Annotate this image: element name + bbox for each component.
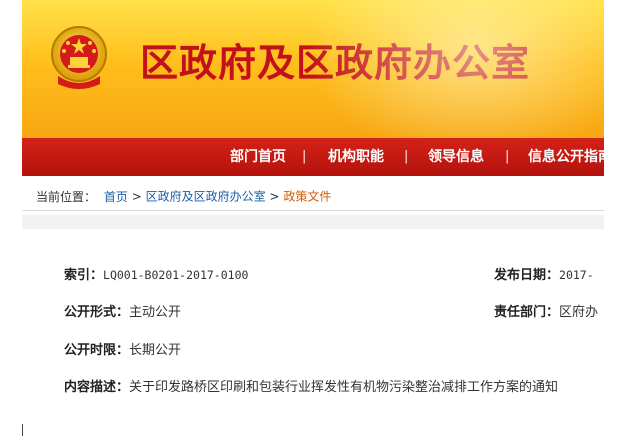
meta-publish-date-value: 2017- [559, 268, 594, 282]
national-emblem-icon [51, 26, 107, 89]
document-meta: 索引：LQ001-B0201-2017-0100 发布日期：2017- 公开形式… [22, 250, 604, 410]
site-title: 区政府及区政府办公室 [140, 40, 531, 85]
breadcrumb-department[interactable]: 区政府及区政府办公室 [146, 190, 266, 204]
nav-item-leaders[interactable]: 领导信息 [428, 138, 484, 176]
meta-open-form-label: 公开形式： [64, 305, 130, 320]
meta-open-period-value: 长期公开 [129, 343, 182, 358]
meta-department-value: 区府办 [559, 305, 599, 320]
divider [22, 215, 604, 229]
meta-department: 责任部门：区府办 [494, 301, 598, 320]
meta-description: 内容描述：关于印发路桥区印刷和包装行业挥发性有机物污染整治减排工作方案的通知 [64, 376, 558, 395]
main-nav: 部门首页 | 机构职能 | 领导信息 | 信息公开指南 [22, 138, 604, 176]
nav-item-disclosure-guide[interactable]: 信息公开指南 [528, 138, 604, 176]
meta-publish-date: 发布日期：2017- [494, 264, 594, 283]
header-banner: 区政府及区政府办公室 [22, 0, 604, 138]
nav-item-home[interactable]: 部门首页 [230, 138, 286, 176]
meta-index-label: 索引： [64, 268, 104, 283]
meta-index: 索引：LQ001-B0201-2017-0100 [64, 264, 248, 283]
breadcrumb-prefix: 当前位置： [36, 189, 97, 204]
breadcrumb-separator: > [269, 189, 280, 204]
meta-description-value: 关于印发路桥区印刷和包装行业挥发性有机物污染整治减排工作方案的通知 [129, 380, 559, 395]
breadcrumb-current[interactable]: 政策文件 [283, 190, 331, 204]
meta-open-form-value: 主动公开 [129, 305, 182, 320]
meta-open-form: 公开形式：主动公开 [64, 301, 181, 320]
meta-description-label: 内容描述： [64, 380, 130, 395]
meta-department-label: 责任部门： [494, 305, 560, 320]
breadcrumb-home[interactable]: 首页 [104, 190, 128, 204]
nav-separator: | [505, 149, 510, 164]
breadcrumb-separator: > [131, 189, 142, 204]
nav-separator: | [404, 149, 409, 164]
meta-publish-date-label: 发布日期： [494, 268, 560, 283]
meta-index-value: LQ001-B0201-2017-0100 [103, 268, 249, 282]
meta-open-period: 公开时限：长期公开 [64, 339, 181, 358]
meta-open-period-label: 公开时限： [64, 343, 130, 358]
nav-separator: | [302, 149, 307, 164]
nav-item-functions[interactable]: 机构职能 [328, 138, 384, 176]
breadcrumb: 当前位置： 首页 > 区政府及区政府办公室 > 政策文件 [22, 178, 604, 211]
text-cursor [22, 424, 23, 436]
